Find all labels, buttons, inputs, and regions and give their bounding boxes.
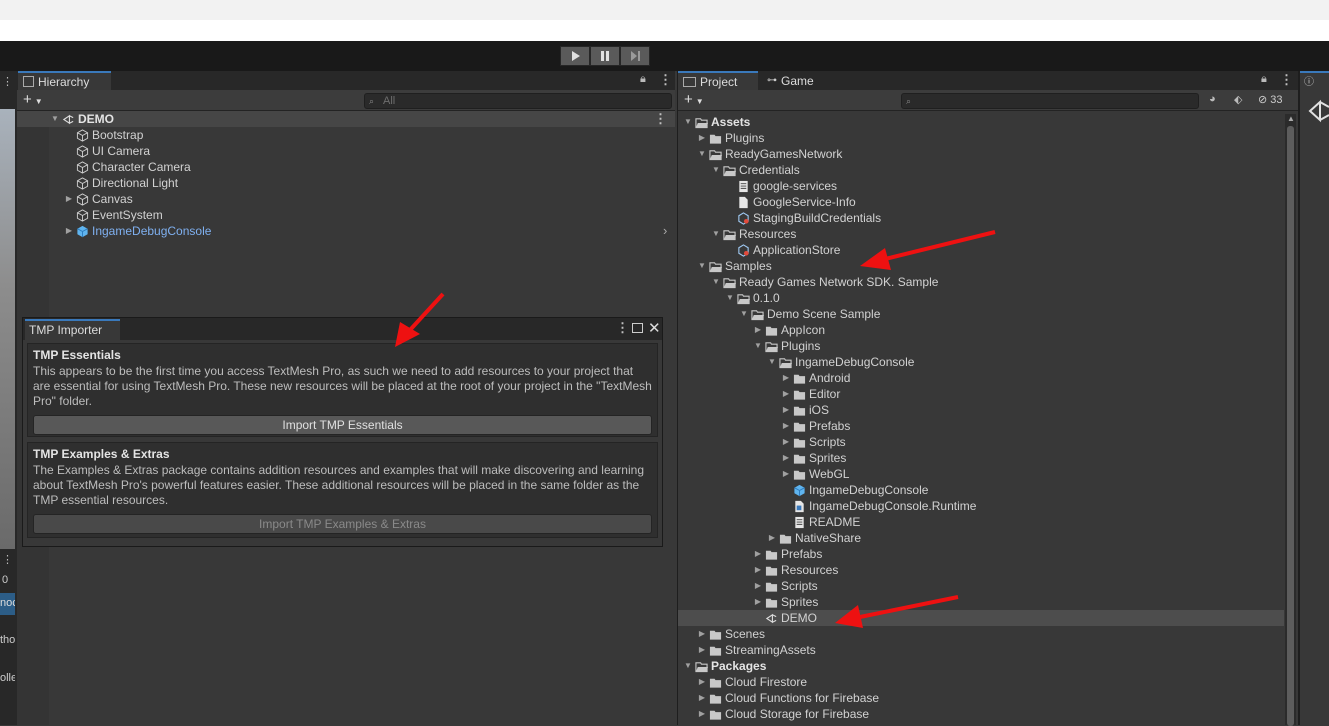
annotation-arrow-tmp — [395, 292, 445, 347]
annotation-arrow-application-store — [860, 230, 996, 270]
annotation-arrows — [395, 230, 996, 628]
annotation-arrow-demo-scene — [835, 595, 959, 628]
